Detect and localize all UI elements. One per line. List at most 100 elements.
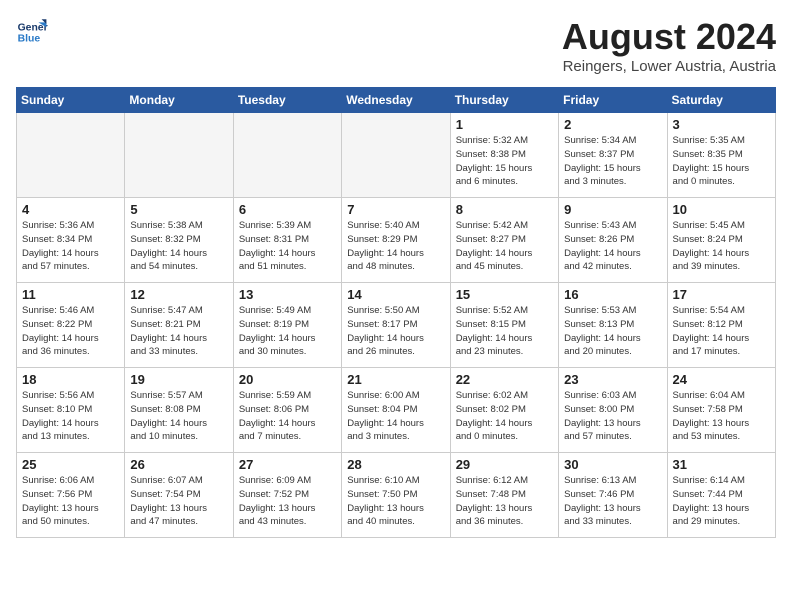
calendar-cell: 28 Sunrise: 6:10 AM Sunset: 7:50 PM Dayli… bbox=[342, 453, 450, 538]
calendar-week-row: 1Sunrise: 5:32 AM Sunset: 8:38 PM Daylig… bbox=[17, 113, 776, 198]
day-number: 11 bbox=[22, 287, 119, 302]
day-info: Sunrise: 5:53 AM Sunset: 8:13 PM Dayligh… bbox=[564, 304, 661, 359]
day-info: Sunrise: 5:32 AM Sunset: 8:38 PM Dayligh… bbox=[456, 134, 553, 189]
day-number: 3 bbox=[673, 117, 770, 132]
calendar-cell: 16 Sunrise: 5:53 AM Sunset: 8:13 PM Dayli… bbox=[559, 283, 667, 368]
day-info: Sunrise: 6:09 AM Sunset: 7:52 PM Dayligh… bbox=[239, 474, 336, 529]
day-number: 7 bbox=[347, 202, 444, 217]
day-info: Sunrise: 5:40 AM Sunset: 8:29 PM Dayligh… bbox=[347, 219, 444, 274]
day-info: Sunrise: 6:06 AM Sunset: 7:56 PM Dayligh… bbox=[22, 474, 119, 529]
day-info: Sunrise: 5:59 AM Sunset: 8:06 PM Dayligh… bbox=[239, 389, 336, 444]
day-number: 4 bbox=[22, 202, 119, 217]
day-info: Sunrise: 6:14 AM Sunset: 7:44 PM Dayligh… bbox=[673, 474, 770, 529]
day-number: 26 bbox=[130, 457, 227, 472]
day-info: Sunrise: 5:56 AM Sunset: 8:10 PM Dayligh… bbox=[22, 389, 119, 444]
day-info: Sunrise: 5:38 AM Sunset: 8:32 PM Dayligh… bbox=[130, 219, 227, 274]
weekday-header: Wednesday bbox=[342, 88, 450, 113]
calendar-cell: 18 Sunrise: 5:56 AM Sunset: 8:10 PM Dayli… bbox=[17, 368, 125, 453]
day-number: 16 bbox=[564, 287, 661, 302]
day-info: Sunrise: 6:10 AM Sunset: 7:50 PM Dayligh… bbox=[347, 474, 444, 529]
day-number: 8 bbox=[456, 202, 553, 217]
day-info: Sunrise: 5:36 AM Sunset: 8:34 PM Dayligh… bbox=[22, 219, 119, 274]
day-number: 28 bbox=[347, 457, 444, 472]
calendar-cell: 20 Sunrise: 5:59 AM Sunset: 8:06 PM Dayli… bbox=[233, 368, 341, 453]
day-number: 21 bbox=[347, 372, 444, 387]
logo-icon: General Blue bbox=[16, 16, 48, 48]
day-number: 10 bbox=[673, 202, 770, 217]
calendar-week-row: 18 Sunrise: 5:56 AM Sunset: 8:10 PM Dayli… bbox=[17, 368, 776, 453]
day-info: Sunrise: 5:39 AM Sunset: 8:31 PM Dayligh… bbox=[239, 219, 336, 274]
day-info: Sunrise: 6:04 AM Sunset: 7:58 PM Dayligh… bbox=[673, 389, 770, 444]
day-info: Sunrise: 5:46 AM Sunset: 8:22 PM Dayligh… bbox=[22, 304, 119, 359]
day-info: Sunrise: 6:02 AM Sunset: 8:02 PM Dayligh… bbox=[456, 389, 553, 444]
day-number: 17 bbox=[673, 287, 770, 302]
calendar-table: SundayMondayTuesdayWednesdayThursdayFrid… bbox=[16, 87, 776, 538]
day-number: 25 bbox=[22, 457, 119, 472]
weekday-header: Thursday bbox=[450, 88, 558, 113]
weekday-header: Monday bbox=[125, 88, 233, 113]
calendar-cell: 19Sunrise: 5:57 AM Sunset: 8:08 PM Dayli… bbox=[125, 368, 233, 453]
day-info: Sunrise: 6:12 AM Sunset: 7:48 PM Dayligh… bbox=[456, 474, 553, 529]
day-number: 22 bbox=[456, 372, 553, 387]
calendar-cell: 31 Sunrise: 6:14 AM Sunset: 7:44 PM Dayli… bbox=[667, 453, 775, 538]
calendar-cell: 25 Sunrise: 6:06 AM Sunset: 7:56 PM Dayli… bbox=[17, 453, 125, 538]
day-number: 6 bbox=[239, 202, 336, 217]
day-number: 31 bbox=[673, 457, 770, 472]
day-info: Sunrise: 6:13 AM Sunset: 7:46 PM Dayligh… bbox=[564, 474, 661, 529]
day-number: 12 bbox=[130, 287, 227, 302]
weekday-header: Tuesday bbox=[233, 88, 341, 113]
page-header: General Blue August 2024 Reingers, Lower… bbox=[16, 16, 776, 75]
day-info: Sunrise: 5:47 AM Sunset: 8:21 PM Dayligh… bbox=[130, 304, 227, 359]
weekday-header: Friday bbox=[559, 88, 667, 113]
calendar-cell: 7 Sunrise: 5:40 AM Sunset: 8:29 PM Daylig… bbox=[342, 198, 450, 283]
logo: General Blue bbox=[16, 16, 48, 48]
calendar-cell: 30 Sunrise: 6:13 AM Sunset: 7:46 PM Dayli… bbox=[559, 453, 667, 538]
weekday-header: Saturday bbox=[667, 88, 775, 113]
calendar-cell: 9Sunrise: 5:43 AM Sunset: 8:26 PM Daylig… bbox=[559, 198, 667, 283]
day-number: 30 bbox=[564, 457, 661, 472]
day-info: Sunrise: 6:03 AM Sunset: 8:00 PM Dayligh… bbox=[564, 389, 661, 444]
day-info: Sunrise: 6:00 AM Sunset: 8:04 PM Dayligh… bbox=[347, 389, 444, 444]
weekday-header-row: SundayMondayTuesdayWednesdayThursdayFrid… bbox=[17, 88, 776, 113]
day-number: 20 bbox=[239, 372, 336, 387]
calendar-cell: 13 Sunrise: 5:49 AM Sunset: 8:19 PM Dayli… bbox=[233, 283, 341, 368]
day-number: 5 bbox=[130, 202, 227, 217]
day-info: Sunrise: 5:52 AM Sunset: 8:15 PM Dayligh… bbox=[456, 304, 553, 359]
day-number: 29 bbox=[456, 457, 553, 472]
calendar-cell: 2Sunrise: 5:34 AM Sunset: 8:37 PM Daylig… bbox=[559, 113, 667, 198]
day-info: Sunrise: 5:34 AM Sunset: 8:37 PM Dayligh… bbox=[564, 134, 661, 189]
day-number: 23 bbox=[564, 372, 661, 387]
day-info: Sunrise: 5:54 AM Sunset: 8:12 PM Dayligh… bbox=[673, 304, 770, 359]
weekday-header: Sunday bbox=[17, 88, 125, 113]
calendar-cell: 21 Sunrise: 6:00 AM Sunset: 8:04 PM Dayli… bbox=[342, 368, 450, 453]
calendar-week-row: 4 Sunrise: 5:36 AM Sunset: 8:34 PM Daylig… bbox=[17, 198, 776, 283]
calendar-cell: 29 Sunrise: 6:12 AM Sunset: 7:48 PM Dayli… bbox=[450, 453, 558, 538]
location: Reingers, Lower Austria, Austria bbox=[562, 58, 776, 75]
calendar-cell: 14Sunrise: 5:50 AM Sunset: 8:17 PM Dayli… bbox=[342, 283, 450, 368]
calendar-week-row: 25 Sunrise: 6:06 AM Sunset: 7:56 PM Dayli… bbox=[17, 453, 776, 538]
calendar-cell: 8 Sunrise: 5:42 AM Sunset: 8:27 PM Daylig… bbox=[450, 198, 558, 283]
calendar-cell: 26 Sunrise: 6:07 AM Sunset: 7:54 PM Dayli… bbox=[125, 453, 233, 538]
day-number: 13 bbox=[239, 287, 336, 302]
day-number: 15 bbox=[456, 287, 553, 302]
calendar-cell bbox=[342, 113, 450, 198]
day-info: Sunrise: 6:07 AM Sunset: 7:54 PM Dayligh… bbox=[130, 474, 227, 529]
calendar-cell: 27 Sunrise: 6:09 AM Sunset: 7:52 PM Dayli… bbox=[233, 453, 341, 538]
calendar-cell: 3Sunrise: 5:35 AM Sunset: 8:35 PM Daylig… bbox=[667, 113, 775, 198]
calendar-cell: 12 Sunrise: 5:47 AM Sunset: 8:21 PM Dayli… bbox=[125, 283, 233, 368]
calendar-cell bbox=[125, 113, 233, 198]
day-number: 27 bbox=[239, 457, 336, 472]
title-block: August 2024 Reingers, Lower Austria, Aus… bbox=[562, 16, 776, 75]
calendar-cell: 23 Sunrise: 6:03 AM Sunset: 8:00 PM Dayli… bbox=[559, 368, 667, 453]
calendar-cell: 17 Sunrise: 5:54 AM Sunset: 8:12 PM Dayli… bbox=[667, 283, 775, 368]
calendar-cell: 5 Sunrise: 5:38 AM Sunset: 8:32 PM Daylig… bbox=[125, 198, 233, 283]
calendar-cell bbox=[17, 113, 125, 198]
calendar-cell: 15 Sunrise: 5:52 AM Sunset: 8:15 PM Dayli… bbox=[450, 283, 558, 368]
calendar-cell: 1Sunrise: 5:32 AM Sunset: 8:38 PM Daylig… bbox=[450, 113, 558, 198]
day-info: Sunrise: 5:42 AM Sunset: 8:27 PM Dayligh… bbox=[456, 219, 553, 274]
calendar-week-row: 11 Sunrise: 5:46 AM Sunset: 8:22 PM Dayli… bbox=[17, 283, 776, 368]
calendar-cell: 4 Sunrise: 5:36 AM Sunset: 8:34 PM Daylig… bbox=[17, 198, 125, 283]
day-number: 24 bbox=[673, 372, 770, 387]
day-number: 18 bbox=[22, 372, 119, 387]
day-info: Sunrise: 5:49 AM Sunset: 8:19 PM Dayligh… bbox=[239, 304, 336, 359]
